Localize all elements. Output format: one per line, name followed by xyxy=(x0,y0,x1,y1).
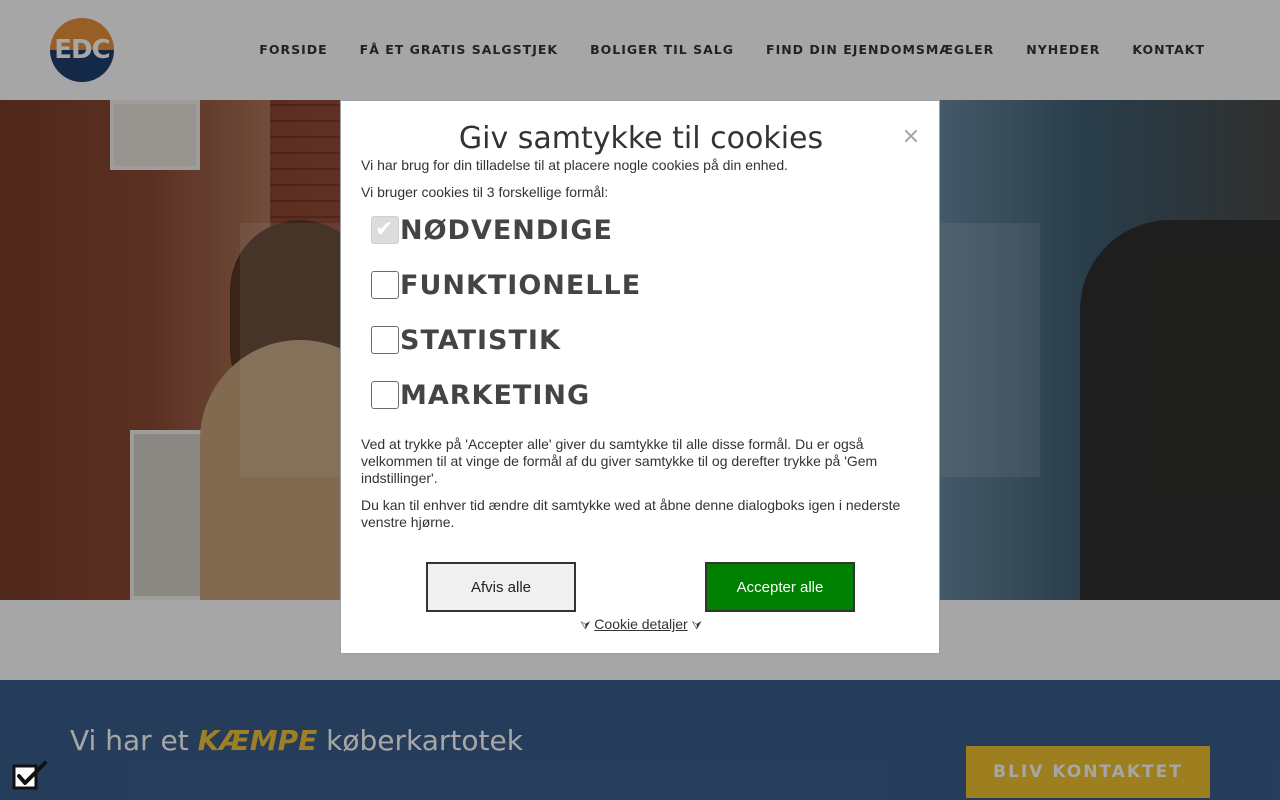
close-icon[interactable]: × xyxy=(901,125,921,149)
chevron-down-icon: ⮛ xyxy=(580,618,591,632)
option-necessary-label: NØDVENDIGE xyxy=(400,214,613,246)
checkbox-necessary[interactable] xyxy=(371,216,399,244)
checkbox-marketing[interactable] xyxy=(371,381,399,409)
dialog-title: Giv samtykke til cookies xyxy=(458,121,824,156)
dialog-info-change: Du kan til enhver tid ændre dit samtykke… xyxy=(361,497,901,530)
cookie-details-toggle: ⮛ Cookie detaljer ⮛ xyxy=(341,616,941,633)
option-functional[interactable]: FUNKTIONELLE xyxy=(371,268,641,302)
cookie-consent-checkbox-icon[interactable] xyxy=(12,760,48,792)
option-necessary[interactable]: NØDVENDIGE xyxy=(371,213,613,247)
dialog-intro: Vi har brug for din tilladelse til at pl… xyxy=(361,157,789,173)
option-statistics[interactable]: STATISTIK xyxy=(371,323,561,357)
dialog-info-accept: Ved at trykke på 'Accepter alle' giver d… xyxy=(361,436,878,486)
option-marketing-label: MARKETING xyxy=(400,379,591,411)
option-functional-label: FUNKTIONELLE xyxy=(400,269,642,301)
checkbox-functional[interactable] xyxy=(371,271,399,299)
cookie-details-link[interactable]: Cookie detaljer xyxy=(594,616,687,632)
option-marketing[interactable]: MARKETING xyxy=(371,378,590,412)
cookie-consent-dialog: Giv samtykke til cookies × Vi har brug f… xyxy=(340,100,940,654)
chevron-down-icon: ⮛ xyxy=(691,618,702,632)
reject-all-button[interactable]: Afvis alle xyxy=(426,562,576,612)
option-statistics-label: STATISTIK xyxy=(400,324,561,356)
dialog-purposes-text: Vi bruger cookies til 3 forskellige form… xyxy=(361,184,609,200)
accept-all-button[interactable]: Accepter alle xyxy=(705,562,855,612)
checkbox-statistics[interactable] xyxy=(371,326,399,354)
